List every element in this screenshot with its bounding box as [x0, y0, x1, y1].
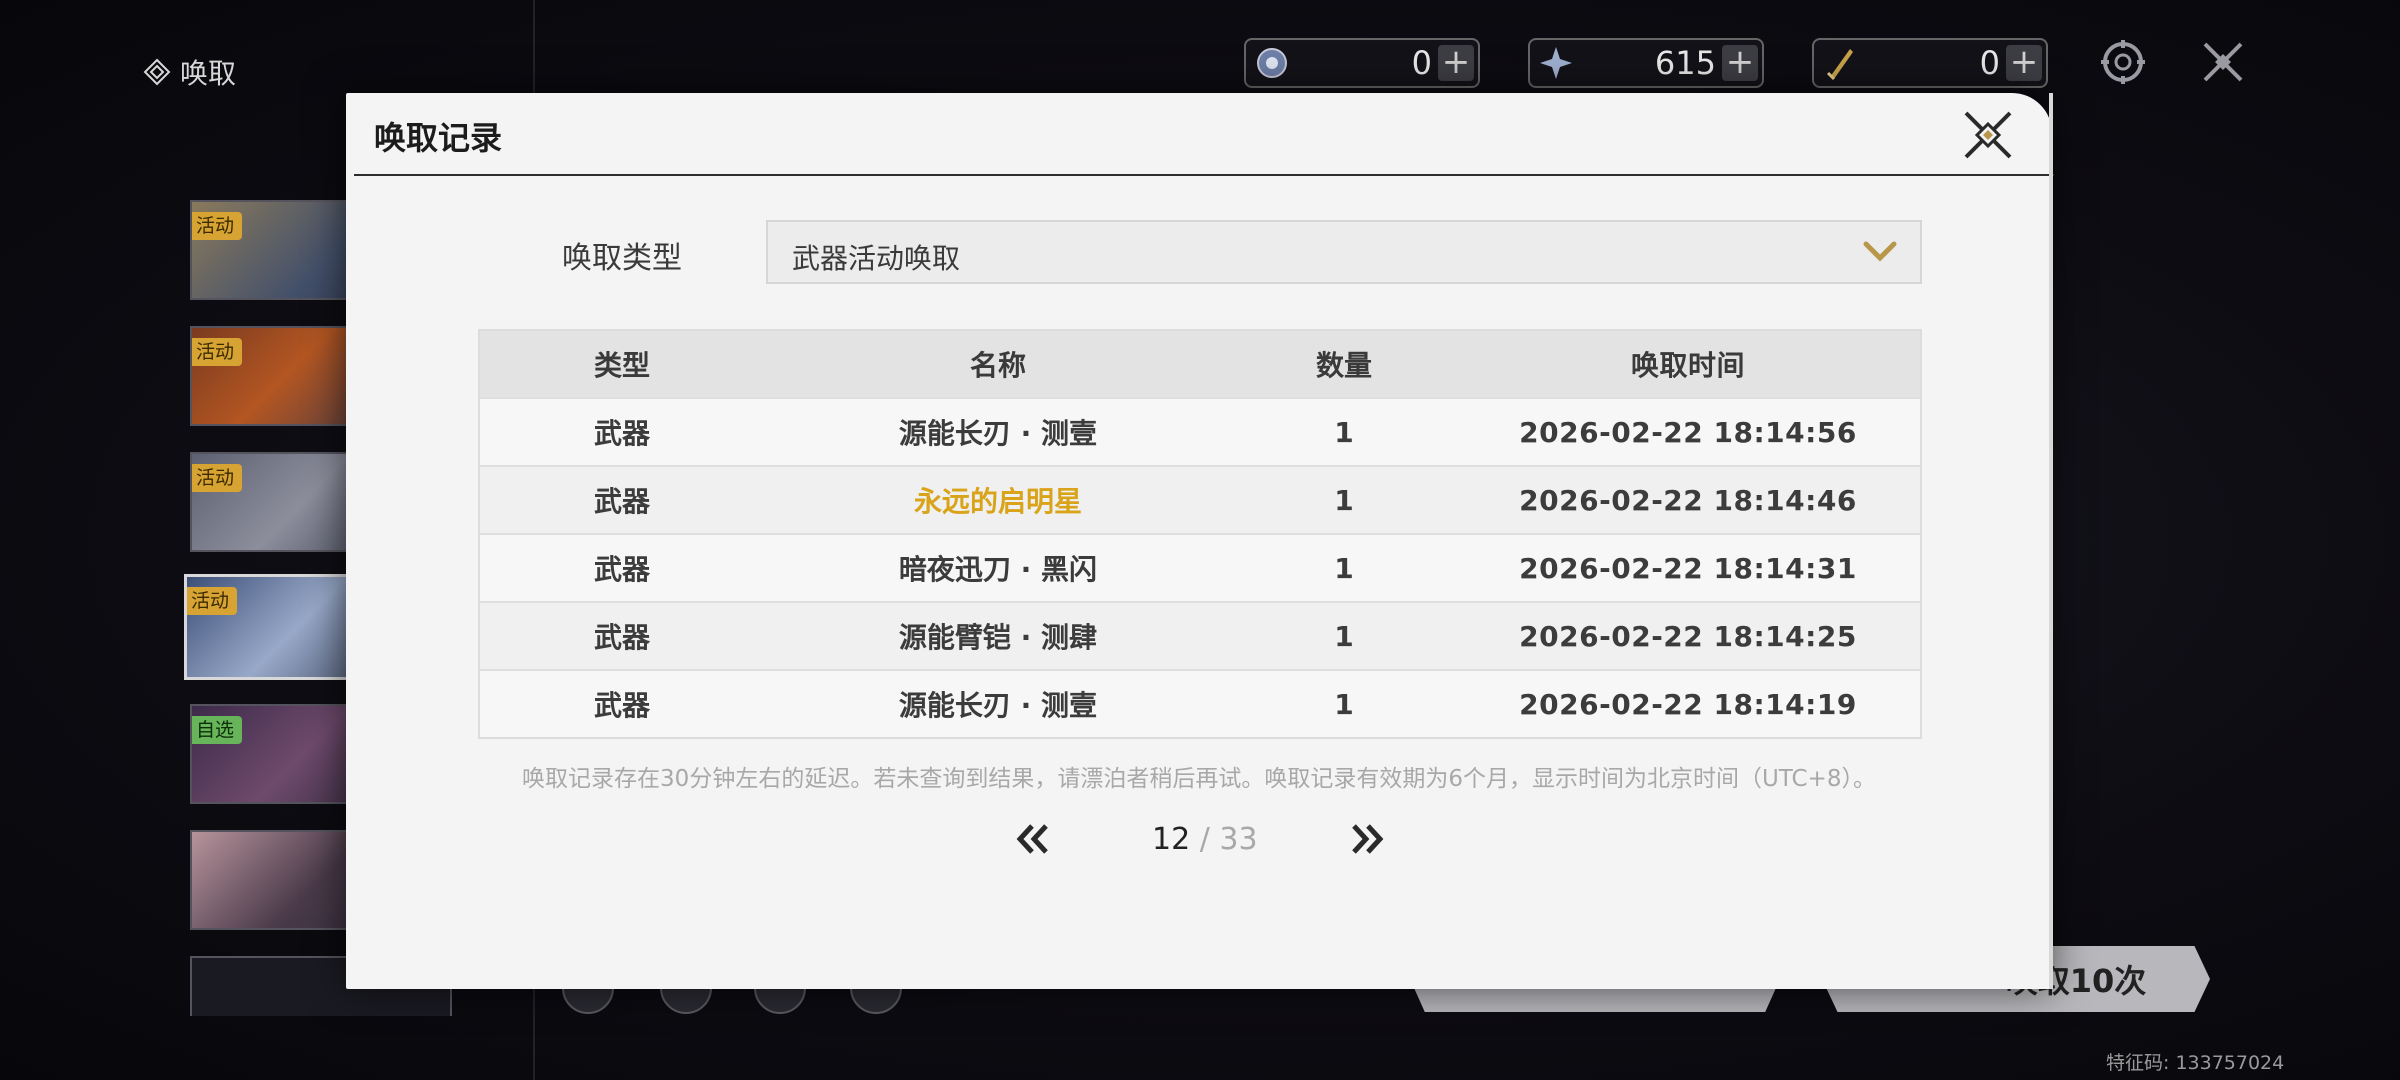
- page-title: 唤取: [142, 52, 236, 92]
- cell-count: 1: [1334, 619, 1354, 653]
- cell-time: 2026-02-22 18:14:56: [1519, 415, 1857, 449]
- cell-time: 2026-02-22 18:14:46: [1519, 483, 1857, 517]
- table-row: 武器 暗夜迅刀 · 黑闪 1 2026-02-22 18:14:31: [480, 533, 1920, 601]
- cell-count: 1: [1334, 687, 1354, 721]
- modal-edge: [2049, 93, 2053, 989]
- history-table: 类型 名称 数量 唤取时间 武器 源能长刃 · 测壹 1 2026-02-22 …: [478, 329, 1922, 739]
- banner-tag: 自选: [192, 716, 243, 744]
- header-name: 名称: [969, 349, 1026, 382]
- currency-lustrous-tide: 0 +: [1244, 38, 1480, 88]
- currency-astrite: 615 +: [1528, 38, 1764, 88]
- add-currency-button[interactable]: +: [2006, 45, 2042, 81]
- cell-name-highlighted: 永远的启明星: [913, 485, 1082, 518]
- banner-tag: 活动: [192, 338, 243, 366]
- currency-value: 0: [1411, 44, 1432, 82]
- lustrous-tide-icon: [1250, 41, 1294, 85]
- banner-tag: 活动: [187, 587, 238, 615]
- add-currency-button[interactable]: +: [1438, 45, 1474, 81]
- page-indicator: 12 / 33: [1152, 822, 1258, 857]
- convene-icon: [143, 58, 171, 86]
- previous-page-icon[interactable]: [1012, 818, 1054, 860]
- next-page-icon[interactable]: [1346, 818, 1388, 860]
- current-page: 12: [1152, 822, 1191, 857]
- cell-type: 武器: [593, 621, 650, 654]
- convene-type-value: 武器活动唤取: [792, 242, 961, 275]
- cell-type: 武器: [593, 417, 650, 450]
- cell-count: 1: [1334, 415, 1354, 449]
- close-page-icon[interactable]: [2197, 36, 2249, 88]
- cell-count: 1: [1334, 551, 1354, 585]
- convene-type-dropdown[interactable]: 武器活动唤取: [766, 220, 1922, 284]
- close-icon[interactable]: [1960, 107, 2016, 163]
- banner-tag: 活动: [192, 212, 243, 240]
- cell-count: 1: [1334, 483, 1354, 517]
- header-count: 数量: [1315, 349, 1372, 382]
- cell-name: 源能长刃 · 测壹: [898, 417, 1098, 450]
- modal-title: 唤取记录: [374, 119, 503, 157]
- cell-time: 2026-02-22 18:14:19: [1519, 687, 1857, 721]
- currency-forging-tide: 0 +: [1812, 38, 2048, 88]
- table-row: 武器 源能臂铠 · 测肆 1 2026-02-22 18:14:25: [480, 601, 1920, 669]
- header-divider: [354, 174, 2054, 176]
- forging-tide-icon: [1818, 41, 1862, 85]
- header-time: 唤取时间: [1630, 349, 1745, 382]
- cell-name: 源能长刃 · 测壹: [898, 689, 1098, 722]
- cell-name: 源能臂铠 · 测肆: [898, 621, 1098, 654]
- cell-type: 武器: [593, 689, 650, 722]
- settings-icon[interactable]: [2097, 36, 2149, 88]
- convene-type-label: 唤取类型: [562, 241, 682, 276]
- table-row: 武器 源能长刃 · 测壹 1 2026-02-22 18:14:19: [480, 669, 1920, 737]
- cell-time: 2026-02-22 18:14:25: [1519, 619, 1857, 653]
- cell-type: 武器: [593, 553, 650, 586]
- table-row: 武器 源能长刃 · 测壹 1 2026-02-22 18:14:56: [480, 397, 1920, 465]
- convene-history-modal: 唤取记录 唤取类型 武器活动唤取 类型 名称 数量 唤取时间 武器 源能长刃 ·…: [346, 93, 2054, 989]
- banner-tag: 活动: [192, 464, 243, 492]
- modal-header: 唤取记录: [346, 93, 2054, 176]
- table-row: 武器 永远的启明星 1 2026-02-22 18:14:46: [480, 465, 1920, 533]
- page-separator: /: [1199, 822, 1210, 857]
- cell-time: 2026-02-22 18:14:31: [1519, 551, 1857, 585]
- pagination: 12 / 33: [346, 818, 2052, 868]
- currency-value: 615: [1654, 44, 1716, 82]
- table-header-row: 类型 名称 数量 唤取时间: [480, 331, 1920, 397]
- currency-value: 0: [1979, 44, 2000, 82]
- feature-code: 特征码: 133757024: [2106, 1052, 2285, 1074]
- chevron-down-icon: [1863, 241, 1897, 262]
- cell-name: 暗夜迅刀 · 黑闪: [898, 553, 1098, 586]
- header-type: 类型: [593, 349, 650, 382]
- add-currency-button[interactable]: +: [1722, 45, 1758, 81]
- total-pages: 33: [1219, 822, 1258, 857]
- page-title-text: 唤取: [180, 57, 237, 90]
- astrite-icon: [1534, 41, 1578, 85]
- history-note: 唤取记录存在30分钟左右的延迟。若未查询到结果，请漂泊者稍后再试。唤取记录有效期…: [522, 766, 1876, 792]
- cell-type: 武器: [593, 485, 650, 518]
